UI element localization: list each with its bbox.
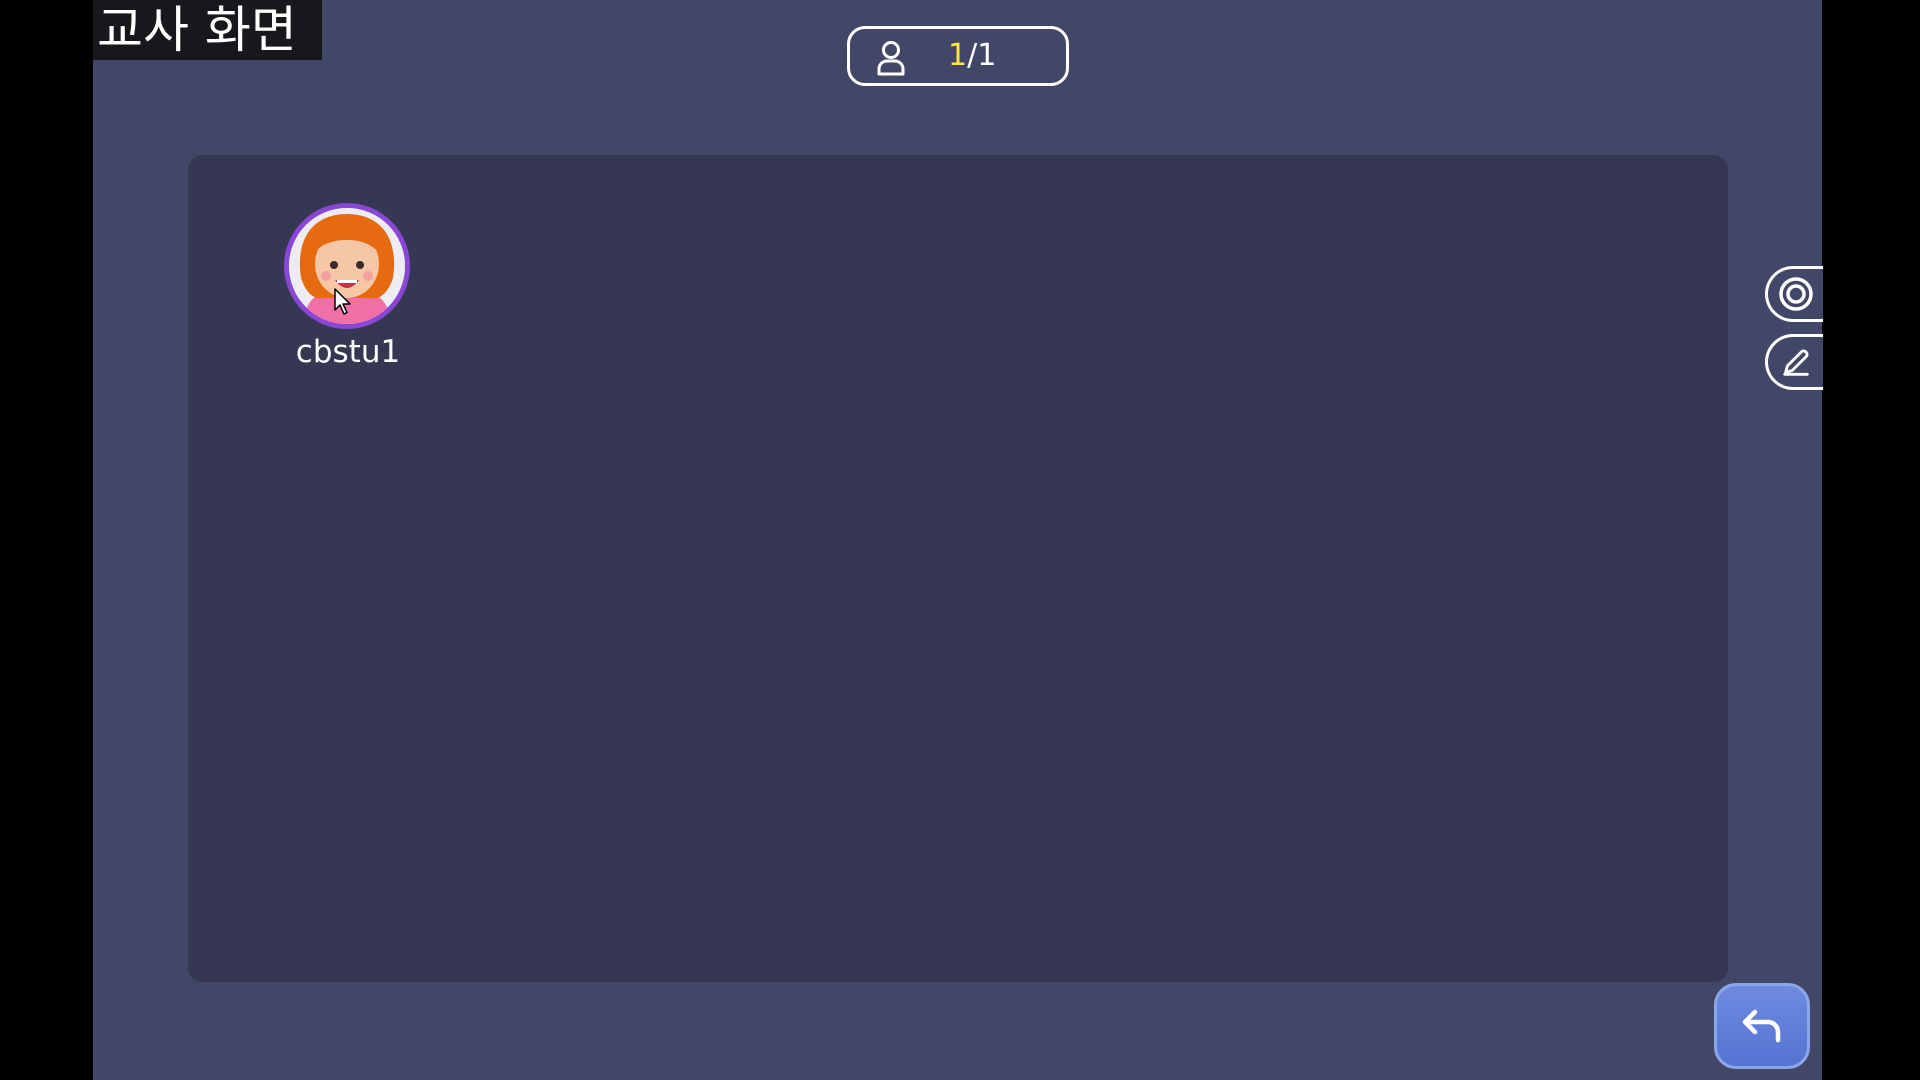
count-current: 1 xyxy=(948,38,968,73)
back-button[interactable] xyxy=(1714,983,1810,1069)
mouse-cursor-icon xyxy=(334,288,351,315)
student-name: cbstu1 xyxy=(295,334,401,370)
pen-icon xyxy=(1782,349,1809,376)
back-arrow-icon xyxy=(1742,1009,1781,1043)
target-icon xyxy=(1778,277,1813,311)
caption-label: 교사 화면 xyxy=(93,0,322,60)
student-board xyxy=(188,155,1728,982)
pen-tool-button[interactable] xyxy=(1765,334,1823,390)
target-tool-button[interactable] xyxy=(1765,266,1823,322)
count-separator: / xyxy=(967,38,978,73)
person-icon xyxy=(877,41,905,76)
count-total: 1 xyxy=(977,38,997,73)
student-counter: 1/1 xyxy=(847,26,1069,86)
count-text: 1/1 xyxy=(948,29,996,83)
